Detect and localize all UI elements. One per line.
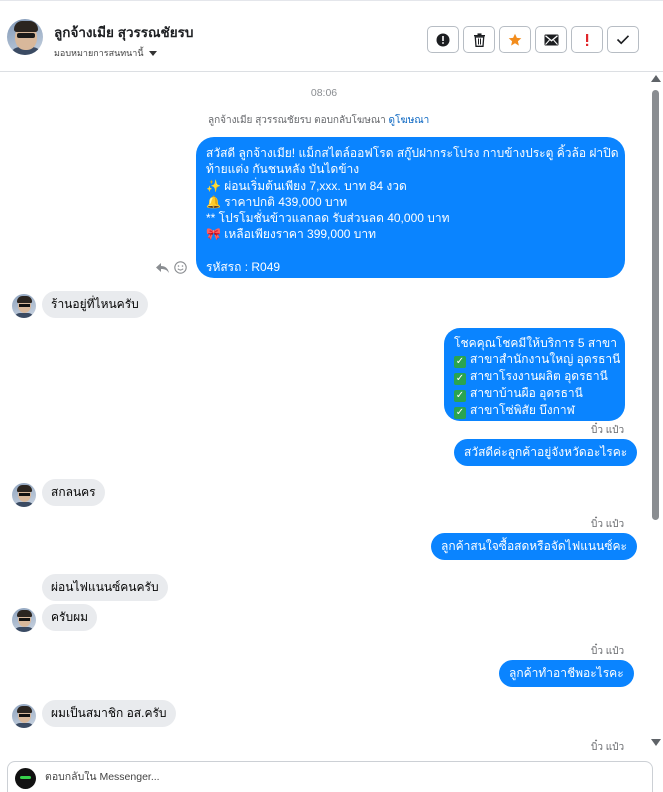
envelope-icon (544, 34, 558, 45)
branch-item: สาขาโรงงานผลิต อุดรธานี (470, 369, 608, 384)
mark-spam-button[interactable] (427, 26, 459, 53)
ad-car-code: รหัสรถ : R049 (206, 259, 281, 274)
thread-scrollbar[interactable] (650, 73, 662, 759)
branch-item: สาขาโซ่พิสัย บึงกาฬ (470, 403, 575, 418)
contact-avatar[interactable] (7, 19, 43, 55)
ad-message-bubble[interactable]: สวัสดี ลูกจ้างเมีย! แม็กสไตล์ออฟโรด สกู๊… (196, 137, 625, 278)
email-button[interactable] (535, 26, 567, 53)
view-ad-link[interactable]: ดูโฆษณา (389, 115, 430, 126)
reply-composer (7, 761, 653, 792)
branch-item: สาขาบ้านผือ อุดรธานี (470, 386, 583, 401)
conversation-header: ลูกจ้างเมีย สุวรรณชัยรบ มอบหมายการสนทนาน… (0, 0, 663, 72)
contact-avatar-small (12, 294, 36, 318)
delete-button[interactable] (463, 26, 495, 53)
branch-item: สาขาสำนักงานใหญ่ อุดรธานี (470, 352, 621, 367)
scroll-up-arrow-icon[interactable] (651, 75, 661, 82)
ad-line: ✨ ผ่อนเริ่มต้นเพียง 7,xxx. บาท 84 งวด (206, 178, 407, 193)
ad-reply-text: ลูกจ้างเมีย สุวรรณชัยรบ ตอบกลับโฆษณา (208, 115, 386, 126)
outgoing-message[interactable]: สวัสดีค่ะลูกค้าอยู่จังหวัดอะไรคะ (454, 439, 638, 466)
ad-line: 🔔 ราคาปกติ 439,000 บาท (206, 194, 348, 209)
branches-title: โชคคุณโชคมีให้บริการ 5 สาขา (454, 336, 617, 350)
sender-name: บิ๋ว แป๋ว (591, 425, 625, 436)
contact-avatar-small (12, 704, 36, 728)
reply-input[interactable] (45, 771, 605, 783)
alert-circle-icon (436, 33, 450, 46)
sender-name: บิ๋ว แป๋ว (591, 742, 625, 753)
incoming-message[interactable]: ผ่อนไฟแนนซ์คนครับ (42, 574, 168, 601)
contact-avatar-small (12, 608, 36, 632)
incoming-message[interactable]: ผมเป็นสมาชิก อส.ครับ (42, 700, 176, 727)
page-avatar (15, 768, 36, 789)
emoji-react-icon[interactable] (174, 261, 187, 274)
message-timestamp: 08:06 (310, 87, 338, 99)
assign-label: มอบหมายการสนทนานี้ (54, 48, 144, 58)
contact-name[interactable]: ลูกจ้างเมีย สุวรรณชัยรบ (54, 21, 193, 43)
incoming-message[interactable]: ครับผม (42, 604, 98, 631)
important-button[interactable] (571, 26, 603, 53)
message-thread[interactable]: 08:06 ลูกจ้างเมีย สุวรรณชัยรบ ตอบกลับโฆษ… (0, 73, 648, 759)
checkmark-icon (616, 35, 630, 45)
incoming-message[interactable]: สกลนคร (42, 479, 105, 506)
outgoing-message[interactable]: ลูกค้าทำอาชีพอะไรคะ (499, 660, 634, 687)
contact-avatar-small (12, 483, 36, 507)
check-box-icon: ✓ (454, 373, 466, 386)
ad-line (206, 243, 615, 259)
reply-icon[interactable] (155, 262, 170, 274)
check-box-icon: ✓ (454, 407, 466, 420)
check-box-icon: ✓ (454, 390, 466, 403)
star-icon (508, 33, 522, 46)
ad-line: สวัสดี ลูกจ้างเมีย! แม็กสไตล์ออฟโรด สกู๊… (206, 146, 619, 160)
incoming-message[interactable]: ร้านอยู่ที่ไหนครับ (42, 291, 148, 318)
ad-line: ** โปรโมชั่นข้าวแลกลด รับส่วนลด 40,000 บ… (206, 211, 450, 226)
check-box-icon: ✓ (454, 356, 466, 369)
message-hover-actions (155, 261, 187, 274)
ad-line: ท้ายแต่ง กันชนหลัง บันไดข้าง (206, 162, 360, 177)
ad-reply-note: ลูกจ้างเมีย สุวรรณชัยรบ ตอบกลับโฆษณา ดูโ… (208, 113, 429, 128)
mark-done-button[interactable] (607, 26, 639, 53)
ad-line: 🎀 เหลือเพียงราคา 399,000 บาท (206, 227, 377, 242)
sender-name: บิ๋ว แป๋ว (591, 519, 625, 530)
outgoing-message-branches[interactable]: โชคคุณโชคมีให้บริการ 5 สาขา ✓ สาขาสำนักงา… (444, 328, 625, 421)
sender-name: บิ๋ว แป๋ว (591, 646, 625, 657)
trash-icon (473, 32, 485, 47)
assign-conversation-dropdown[interactable]: มอบหมายการสนทนานี้ (54, 46, 157, 60)
outgoing-message[interactable]: ลูกค้าสนใจซื้อสดหรือจัดไฟแนนซ์คะ (431, 533, 637, 560)
scroll-down-arrow-icon[interactable] (651, 739, 661, 746)
scrollbar-thumb[interactable] (652, 90, 659, 520)
chevron-down-icon (148, 51, 157, 56)
exclamation-icon (586, 33, 589, 46)
star-button[interactable] (499, 26, 531, 53)
